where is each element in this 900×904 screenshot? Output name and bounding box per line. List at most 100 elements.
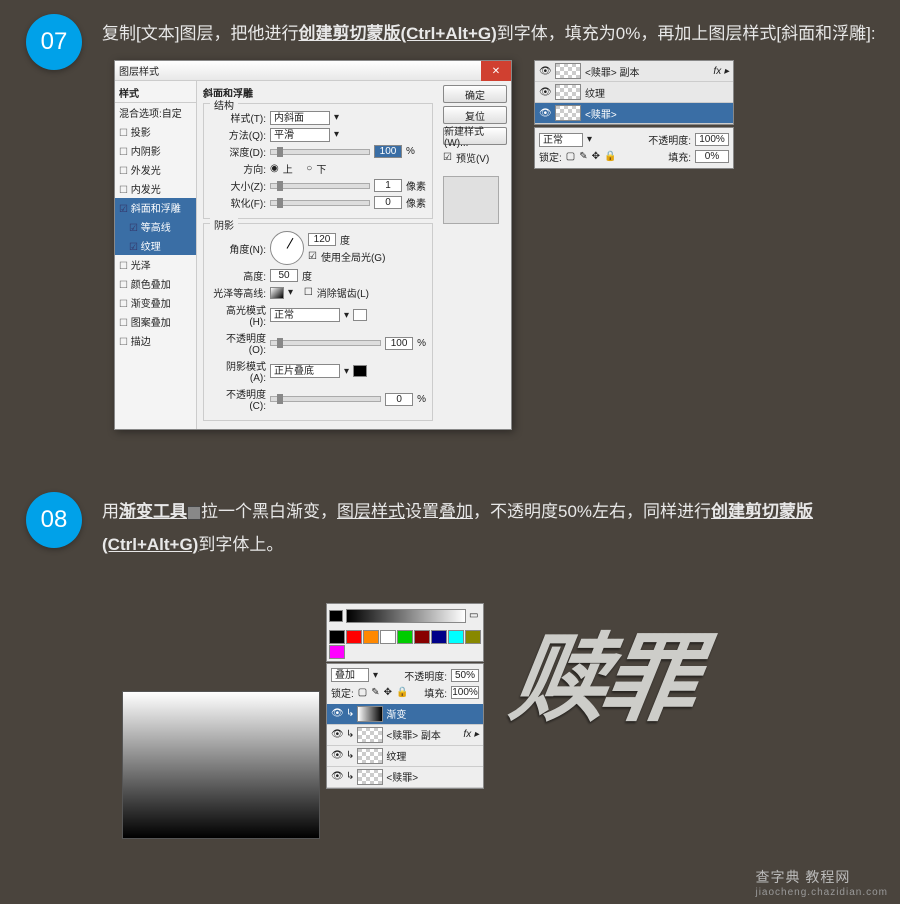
hl-opac-input[interactable]: 100 — [385, 337, 413, 350]
gradient-preset[interactable] — [380, 630, 396, 644]
step-07: 07 复制[文本]图层，把他进行创建剪切蒙版(Ctrl+Alt+G)到字体，填充… — [0, 0, 900, 438]
gradient-preset[interactable] — [397, 630, 413, 644]
ok-button[interactable]: 确定 — [443, 85, 507, 103]
soft-input[interactable]: 0 — [374, 196, 402, 209]
layer-row[interactable]: 👁↳<赎罪> — [327, 767, 483, 788]
hl-color[interactable] — [353, 309, 367, 321]
blend-options[interactable]: 混合选项:自定 — [115, 103, 196, 122]
lock-icon[interactable]: ▢ — [358, 687, 367, 698]
visibility-icon[interactable]: 👁 — [539, 108, 551, 119]
lock-icon[interactable]: 🔒 — [396, 687, 408, 698]
lock-icon[interactable]: ✎ — [579, 151, 587, 162]
sh-color[interactable] — [353, 365, 367, 377]
hl-opac-slider[interactable] — [270, 340, 381, 346]
style-option[interactable]: 渐变叠加 — [115, 293, 196, 312]
soft-slider[interactable] — [270, 200, 370, 206]
layer-row[interactable]: 👁<赎罪> 副本fx ▸ — [535, 61, 733, 82]
l: 软化(F): — [210, 195, 266, 210]
angle-input[interactable]: 120 — [308, 233, 336, 246]
gradient-preset[interactable] — [431, 630, 447, 644]
visibility-icon[interactable]: 👁 — [331, 750, 343, 761]
chevron-down-icon[interactable]: ▾ — [288, 287, 293, 298]
t: 叠加 — [439, 502, 473, 521]
alt-input[interactable]: 50 — [270, 269, 298, 282]
gradient-type-icon[interactable]: ▭ — [469, 610, 478, 621]
style-option[interactable]: 描边 — [115, 331, 196, 350]
gradient-preset[interactable] — [346, 630, 362, 644]
gradient-preset[interactable] — [465, 630, 481, 644]
style-option[interactable]: 等高线 — [115, 217, 196, 236]
sh-mode-select[interactable]: 正片叠底 — [270, 364, 340, 378]
depth-input[interactable]: 100 — [374, 145, 402, 158]
style-option[interactable]: 外发光 — [115, 160, 196, 179]
sh-opac-slider[interactable] — [270, 396, 381, 402]
depth-slider[interactable] — [270, 149, 370, 155]
hl-mode-select[interactable]: 正常 — [270, 308, 340, 322]
reset-button[interactable]: 复位 — [443, 106, 507, 124]
gradient-preset[interactable] — [414, 630, 430, 644]
style-option[interactable]: 斜面和浮雕 — [115, 198, 196, 217]
lock-icon[interactable]: ▢ — [566, 151, 575, 162]
chevron-down-icon[interactable]: ▾ — [373, 670, 378, 681]
fx-badge[interactable]: fx ▸ — [463, 729, 479, 740]
layer-row[interactable]: 👁↳纹理 — [327, 746, 483, 767]
blendmode-select[interactable]: 叠加 — [331, 668, 369, 682]
style-option[interactable]: 内阴影 — [115, 141, 196, 160]
chevron-down-icon[interactable]: ▾ — [587, 134, 592, 145]
style-select[interactable]: 内斜面 — [270, 111, 330, 125]
l: 不透明度: — [648, 132, 691, 147]
gradient-strip[interactable] — [346, 609, 466, 623]
method-select[interactable]: 平滑 — [270, 128, 330, 142]
layer-row[interactable]: 👁<赎罪> — [535, 103, 733, 124]
lock-icon[interactable]: ✎ — [371, 687, 379, 698]
opacity-input[interactable]: 50% — [451, 669, 479, 682]
dialog-styles-list[interactable]: 样式 混合选项:自定 投影内阴影外发光内发光斜面和浮雕等高线纹理光泽颜色叠加渐变… — [115, 81, 197, 429]
style-option[interactable]: 图案叠加 — [115, 312, 196, 331]
visibility-icon[interactable]: 👁 — [331, 729, 343, 740]
fill-input[interactable]: 0% — [695, 150, 729, 163]
chevron-down-icon[interactable]: ▾ — [334, 129, 339, 140]
layer-row[interactable]: 👁↳<赎罪> 副本fx ▸ — [327, 725, 483, 746]
close-icon[interactable]: ✕ — [481, 61, 511, 81]
gloss-contour[interactable] — [270, 287, 284, 299]
visibility-icon[interactable]: 👁 — [539, 66, 551, 77]
style-option[interactable]: 内发光 — [115, 179, 196, 198]
size-slider[interactable] — [270, 183, 370, 189]
l: 大小(Z): — [210, 178, 266, 193]
size-input[interactable]: 1 — [374, 179, 402, 192]
gradient-preset[interactable] — [448, 630, 464, 644]
new-style-button[interactable]: 新建样式(W)... — [443, 127, 507, 145]
preview-checkbox[interactable]: ☑ — [443, 152, 452, 163]
style-option[interactable]: 光泽 — [115, 255, 196, 274]
step-08-text: 用渐变工具拉一个黑白渐变，图层样式设置叠加，不透明度50%左右，同样进行创建剪切… — [102, 496, 876, 561]
global-light-checkbox[interactable]: ☑ — [308, 251, 317, 262]
dir-up-radio[interactable] — [270, 163, 279, 174]
style-option[interactable]: 纹理 — [115, 236, 196, 255]
gradient-preset[interactable] — [329, 645, 345, 659]
gradient-presets[interactable] — [327, 628, 483, 661]
chevron-down-icon[interactable]: ▾ — [334, 112, 339, 123]
blendmode-select[interactable]: 正常 — [539, 133, 583, 147]
layer-row[interactable]: 👁纹理 — [535, 82, 733, 103]
gradient-preset[interactable] — [329, 630, 345, 644]
fill-input[interactable]: 100% — [451, 686, 479, 699]
visibility-icon[interactable]: 👁 — [331, 708, 343, 719]
layer-row[interactable]: 👁↳渐变 — [327, 704, 483, 725]
sh-opac-input[interactable]: 0 — [385, 393, 413, 406]
visibility-icon[interactable]: 👁 — [539, 87, 551, 98]
lock-icon[interactable]: 🔒 — [604, 151, 616, 162]
style-option[interactable]: 投影 — [115, 122, 196, 141]
lock-icon[interactable]: ✥ — [592, 151, 600, 162]
antialias-checkbox[interactable]: ☐ — [304, 287, 313, 298]
chevron-down-icon[interactable]: ▾ — [344, 310, 349, 321]
dir-down-radio[interactable] — [306, 163, 312, 174]
gradient-preset[interactable] — [363, 630, 379, 644]
fx-badge[interactable]: fx ▸ — [713, 66, 729, 77]
angle-dial[interactable] — [270, 231, 304, 265]
opacity-input[interactable]: 100% — [695, 133, 729, 146]
lock-icon[interactable]: ✥ — [384, 687, 392, 698]
fg-color[interactable] — [329, 610, 343, 622]
chevron-down-icon[interactable]: ▾ — [344, 366, 349, 377]
style-option[interactable]: 颜色叠加 — [115, 274, 196, 293]
visibility-icon[interactable]: 👁 — [331, 771, 343, 782]
